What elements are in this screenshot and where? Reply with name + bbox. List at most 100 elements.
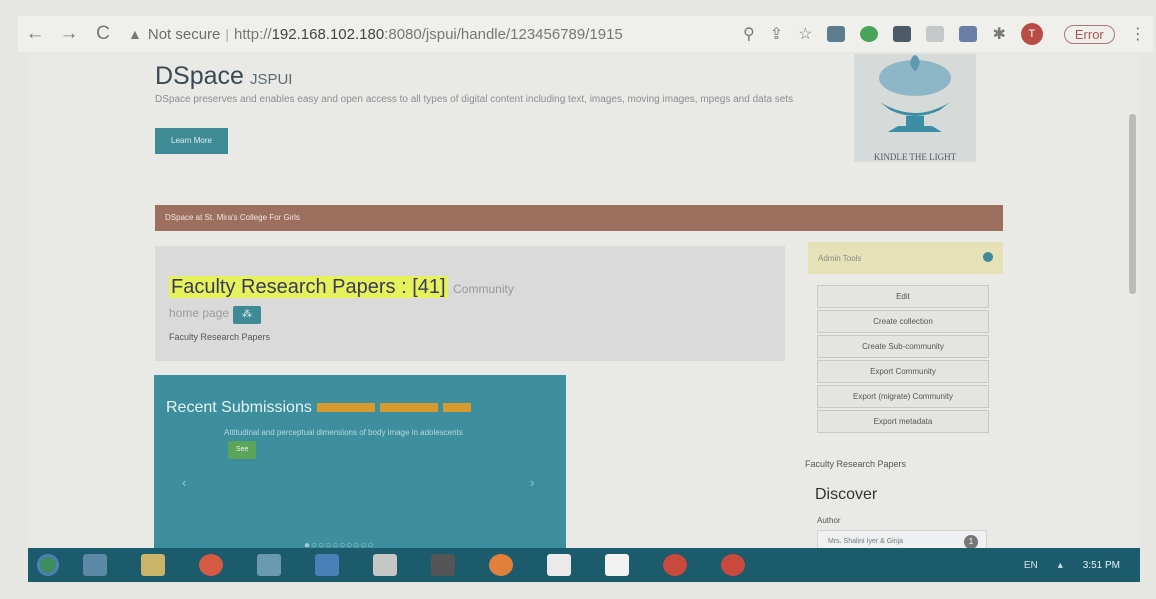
clock[interactable]: 3:51 PM: [1083, 560, 1120, 571]
rss-icon: ⁂: [242, 309, 253, 320]
export-community-button[interactable]: Export Community: [817, 360, 989, 383]
taskbar-item[interactable]: [182, 550, 240, 580]
browser-toolbar: ← → C ▲ Not secure | http://192.168.102.…: [18, 16, 1153, 52]
taskbar-item[interactable]: [356, 550, 414, 580]
taskbar: EN ▴ 3:51 PM: [28, 548, 1140, 582]
community-title-suffix: Community: [453, 282, 514, 296]
site-intro: DSpace preserves and enables easy and op…: [155, 94, 794, 105]
app-red-icon: [663, 554, 687, 576]
bookmark-star-icon[interactable]: ☆: [798, 24, 812, 44]
feed-badge[interactable]: [379, 403, 438, 413]
admin-tools-title: Admin Tools: [818, 254, 862, 263]
rss-button[interactable]: ⁂: [233, 306, 262, 324]
info-icon[interactable]: [983, 252, 993, 262]
carousel-next-icon[interactable]: ›: [530, 475, 534, 490]
taskbar-item[interactable]: [66, 550, 124, 580]
toolbar-icons: ⚲ ⇪ ☆ ✱ T Error ⋮: [743, 23, 1146, 45]
screen: ← → C ▲ Not secure | http://192.168.102.…: [0, 0, 1156, 599]
chrome-icon: [199, 554, 223, 576]
sidebar-community-label: Faculty Research Papers: [805, 459, 907, 469]
feed-badge[interactable]: [316, 403, 375, 413]
recent-item-title[interactable]: Attitudinal and perceptual dimensions of…: [224, 428, 463, 437]
page-title: Faculty Research Papers : [41] Community: [169, 276, 514, 299]
admin-tools-header: Admin Tools: [808, 242, 1003, 274]
address-divider: |: [225, 26, 230, 42]
pdf-icon: [605, 554, 629, 576]
recent-submissions-carousel: Recent Submissions Attitudinal and perce…: [154, 375, 566, 548]
feed-badge[interactable]: [442, 403, 471, 413]
firefox-icon: [489, 554, 513, 576]
start-button[interactable]: [30, 550, 66, 580]
extension-grey-icon[interactable]: [926, 26, 945, 42]
taskbar-item[interactable]: [646, 550, 704, 580]
taskbar-item[interactable]: [124, 550, 182, 580]
taskbar-item[interactable]: [414, 550, 472, 580]
college-logo: [854, 54, 976, 162]
url-prefix: http://: [234, 25, 272, 43]
extension-dark-icon[interactable]: [893, 26, 912, 42]
community-title: Faculty Research Papers : [41]: [169, 276, 448, 298]
breadcrumb[interactable]: DSpace at St. Mira's College For Girls: [155, 205, 1003, 231]
file-explorer-icon: [141, 554, 165, 576]
learn-more-button[interactable]: Learn More: [155, 128, 228, 154]
warning-icon[interactable]: ▲: [128, 26, 142, 42]
recent-item: Attitudinal and perceptual dimensions of…: [224, 425, 494, 459]
menu-dots-icon[interactable]: ⋮: [1130, 24, 1146, 44]
extension-green-icon[interactable]: [860, 26, 879, 42]
language-indicator[interactable]: EN: [1024, 560, 1038, 571]
taskbar-item[interactable]: [588, 550, 646, 580]
app-red-icon-2: [721, 554, 745, 576]
logo-caption: KINDLE THE LIGHT: [873, 152, 957, 162]
community-header: Faculty Research Papers : [41] Community…: [155, 246, 785, 361]
site-name: DSpace: [155, 62, 244, 90]
page-scrollbar[interactable]: [1129, 114, 1136, 294]
taskbar-item[interactable]: [472, 550, 530, 580]
extension-icon[interactable]: [827, 26, 846, 42]
profile-avatar[interactable]: T: [1020, 23, 1043, 45]
community-description: Faculty Research Papers: [169, 332, 271, 342]
create-subcommunity-button[interactable]: Create Sub-community: [817, 335, 989, 358]
author-facet-value: Mrs. Shalini Iyer & Girija: [828, 538, 904, 545]
site-suffix: JSPUI: [249, 71, 293, 88]
see-button[interactable]: See: [228, 441, 257, 459]
author-count-badge: 1: [964, 535, 978, 548]
extension-color-icon[interactable]: [959, 26, 978, 42]
author-facet-label: Author: [817, 516, 841, 525]
zoom-icon[interactable]: ⚲: [743, 24, 755, 44]
document-icon: [373, 554, 397, 576]
word-icon: [547, 554, 571, 576]
reload-icon[interactable]: C: [86, 23, 120, 45]
system-tray: EN ▴ 3:51 PM: [1024, 560, 1140, 571]
back-icon[interactable]: ←: [18, 23, 52, 45]
create-collection-button[interactable]: Create collection: [817, 310, 989, 333]
forward-icon[interactable]: →: [52, 23, 86, 45]
admin-tools-menu: Edit Create collection Create Sub-commun…: [817, 285, 989, 435]
security-label: Not secure: [147, 25, 221, 43]
taskbar-item[interactable]: [530, 550, 588, 580]
puzzle-icon[interactable]: ✱: [992, 24, 1005, 44]
carousel-prev-icon[interactable]: ‹: [182, 475, 186, 490]
url-text[interactable]: http://192.168.102.180:8080/jspui/handle…: [234, 26, 623, 43]
export-metadata-button[interactable]: Export metadata: [817, 410, 989, 433]
community-home-label: home page: [169, 306, 230, 320]
discover-heading: Discover: [815, 486, 878, 503]
taskbar-item[interactable]: [298, 550, 356, 580]
taskbar-item[interactable]: [704, 550, 762, 580]
url-path: :8080/jspui/handle/123456789/1915: [384, 25, 623, 43]
admin-edit-button[interactable]: Edit: [817, 285, 989, 308]
windows-start-icon: [37, 554, 59, 576]
author-facet-item[interactable]: Mrs. Shalini Iyer & Girija 1: [817, 530, 987, 548]
recent-title: Recent Submissions: [166, 399, 471, 417]
recent-title-text: Recent Submissions: [166, 399, 312, 416]
tool-icon: [431, 554, 455, 576]
network-icon: [257, 554, 281, 576]
url-host: 192.168.102.180: [271, 25, 385, 43]
tray-arrow-icon[interactable]: ▴: [1058, 560, 1063, 571]
carousel-indicators[interactable]: ●○○○○○○○○○: [304, 540, 374, 548]
taskbar-item[interactable]: [240, 550, 298, 580]
address-bar[interactable]: ▲ Not secure | http://192.168.102.180:80…: [128, 19, 713, 49]
site-title: DSpace JSPUI: [155, 62, 292, 91]
share-icon[interactable]: ⇪: [770, 24, 783, 44]
error-button[interactable]: Error: [1063, 24, 1115, 44]
export-migrate-community-button[interactable]: Export (migrate) Community: [817, 385, 989, 408]
